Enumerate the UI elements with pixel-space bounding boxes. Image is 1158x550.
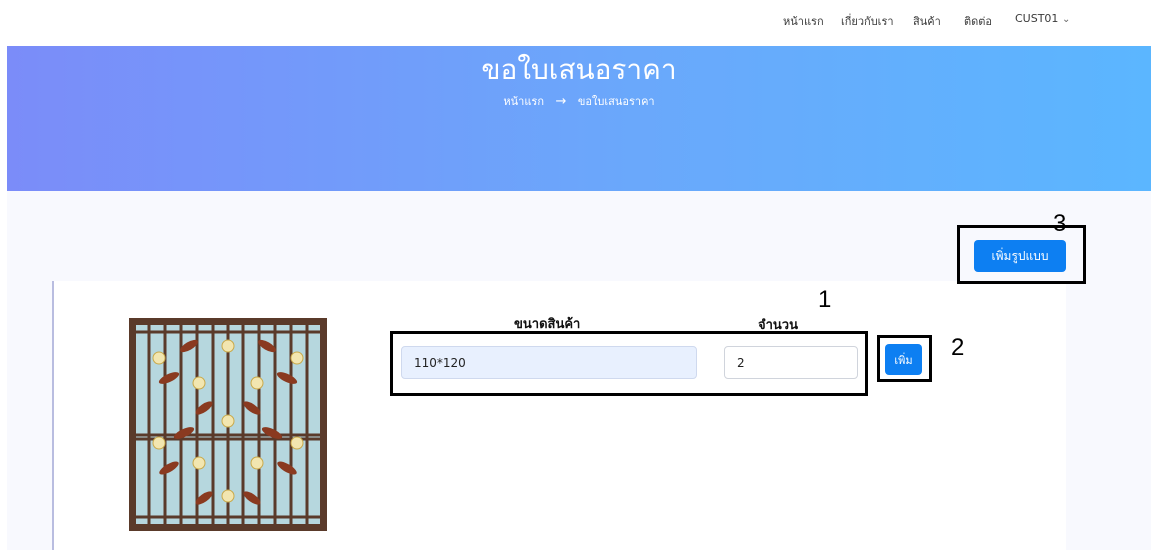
nav-products-link[interactable]: สินค้า (913, 12, 941, 30)
annotation-box-3 (957, 225, 1086, 284)
annotation-number-2: 2 (951, 334, 965, 361)
user-name: CUST01 (1015, 12, 1059, 25)
arrow-right-icon: → (555, 94, 567, 109)
window-grille-image (129, 318, 327, 531)
annotation-number-3: 3 (1053, 210, 1067, 237)
breadcrumb-current: ขอใบเสนอราคา (577, 95, 655, 108)
breadcrumb-home-link[interactable]: หน้าแรก (503, 95, 544, 108)
page-title: ขอใบเสนอราคา (481, 53, 677, 86)
nav-about-link[interactable]: เกี่ยวกับเรา (841, 12, 894, 30)
nav-home-link[interactable]: หน้าแรก (783, 12, 824, 30)
top-navigation: หน้าแรก เกี่ยวกับเรา สินค้า ติดต่อ CUST0… (0, 0, 1158, 46)
annotation-number-1: 1 (818, 286, 832, 313)
annotation-box-1 (390, 331, 868, 396)
nav-contact-link[interactable]: ติดต่อ (964, 12, 992, 30)
user-menu[interactable]: CUST01 ⌄ (1015, 12, 1070, 25)
hero-banner: ขอใบเสนอราคา หน้าแรก → ขอใบเสนอราคา (7, 46, 1151, 191)
chevron-down-icon: ⌄ (1061, 14, 1071, 25)
annotation-box-2 (877, 335, 932, 382)
breadcrumb: หน้าแรก → ขอใบเสนอราคา (7, 92, 1151, 110)
